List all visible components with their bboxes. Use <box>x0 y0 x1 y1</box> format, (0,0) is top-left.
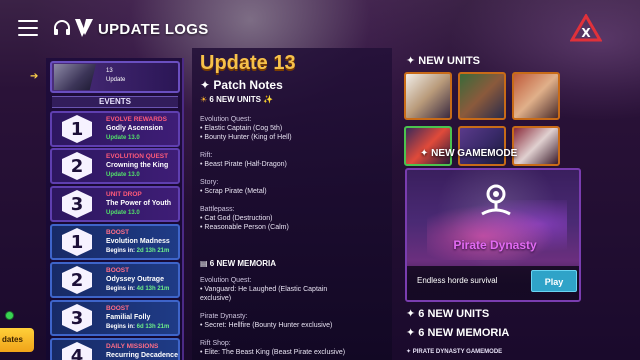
notes-item: • Beast Pirate (Half-Dragon) <box>200 161 287 168</box>
sparkle-icon: ✦ <box>406 349 413 355</box>
notes-heading: Story: <box>200 179 219 186</box>
sparkle-icon: ✦ <box>420 148 432 159</box>
notes-item: exclusive) <box>200 295 232 302</box>
unit-slot-bounty-hunter[interactable] <box>458 72 506 120</box>
event-card[interactable]: 1 BOOST Evolution Madness Begins in: 2d 13h… <box>50 224 180 260</box>
event-type: EVOLVE REWARDS <box>106 116 167 123</box>
event-name: Odyssey Outrage <box>106 276 164 283</box>
gamemode-description: Endless horde survival <box>417 276 498 285</box>
online-status-dot <box>5 311 14 320</box>
notes-heading: Pirate Dynasty: <box>200 313 248 320</box>
unit-slot-cat-god[interactable] <box>458 126 506 166</box>
update-thumbnail <box>54 64 96 90</box>
sparkle-icon: ✦ <box>406 308 419 320</box>
notes-heading: Rift: <box>200 152 213 159</box>
unit-slot-beast-pirate[interactable] <box>512 72 560 120</box>
new-memoria-section-title: ▤ 6 NEW MEMORIA <box>200 259 277 268</box>
notes-item: • Cat God (Destruction) <box>200 215 273 222</box>
notes-item: • Reasonable Person (Calm) <box>200 224 289 231</box>
event-number-badge: 1 <box>62 115 92 143</box>
notes-item: • Elastic Captain (Cog 5th) <box>200 125 283 132</box>
update-title: Update 13 <box>200 52 296 74</box>
selected-arrow-icon: ➔ <box>30 71 39 82</box>
notes-item: • Scrap Pirate (Metal) <box>200 188 267 195</box>
event-name: The Power of Youth <box>106 200 172 207</box>
updates-button[interactable]: dates <box>0 328 34 352</box>
event-card[interactable]: 3 UNIT DROP The Power of Youth Update 13.0 <box>50 186 180 222</box>
event-subtitle: Update 13.0 <box>106 210 140 216</box>
event-number-badge: 3 <box>62 304 92 332</box>
event-number-badge: 2 <box>62 152 92 180</box>
notes-heading: Battlepass: <box>200 206 235 213</box>
event-type: BOOST <box>106 229 130 236</box>
notes-heading: Rift Shop: <box>200 340 231 347</box>
unit-slot-reasonable-person[interactable] <box>512 126 560 166</box>
logo-v-icon <box>75 19 93 37</box>
event-type: DAILY MISSIONS <box>106 343 159 350</box>
event-card[interactable]: 2 BOOST Odyssey Outrage Begins in: 4d 13h 2… <box>50 262 180 298</box>
new-units-section-title: ☀ 6 NEW UNITS ✨ <box>200 95 274 104</box>
notes-item: • Vanguard: He Laughed (Elastic Captain <box>200 286 328 293</box>
svg-text:X: X <box>581 26 591 40</box>
update-item-number: 13 <box>106 68 113 74</box>
events-header: EVENTS <box>52 96 178 108</box>
summary-gamemode: ✦ PIRATE DYNASTY GAMEMODE <box>406 349 503 355</box>
event-name: Evolution Madness <box>106 238 170 245</box>
event-countdown: Begins in: 2d 13h 21m <box>106 248 170 254</box>
menu-icon[interactable] <box>18 20 38 36</box>
memoria-icon: ▤ <box>200 259 210 268</box>
event-number-badge: 4 <box>62 342 92 360</box>
event-type: BOOST <box>106 267 130 274</box>
event-countdown: Begins in: 6d 13h 21m <box>106 324 170 330</box>
unit-slot-elastic-captain[interactable] <box>404 72 452 120</box>
headset-icon[interactable] <box>52 18 72 38</box>
notes-item: • Secret: Hellfire (Bounty Hunter exclus… <box>200 322 333 329</box>
event-card[interactable]: 4 DAILY MISSIONS Recurring Decadence <box>50 338 180 360</box>
event-type: EVOLUTION QUEST <box>106 153 169 160</box>
event-type: BOOST <box>106 305 130 312</box>
notes-item: • Elite: The Beast King (Beast Pirate ex… <box>200 349 346 356</box>
summary-new-units: ✦ 6 NEW UNITS <box>406 308 490 320</box>
pin-icon <box>481 184 511 216</box>
event-number-badge: 3 <box>62 190 92 218</box>
gamemode-name: Pirate Dynasty <box>453 238 537 252</box>
new-gamemode-heading: ✦ NEW GAMEMODE <box>420 148 518 159</box>
event-card[interactable]: 3 BOOST Familial Folly Begins in: 6d 13h 21… <box>50 300 180 336</box>
unit-slot-scrap-pirate[interactable] <box>404 126 452 166</box>
update-item-label: Update <box>106 77 126 83</box>
sun-icon: ☀ <box>200 95 210 104</box>
new-units-heading: ✦ NEW UNITS <box>406 55 481 67</box>
event-subtitle: Update 13.0 <box>106 135 140 141</box>
sparkle-icon: ✦ <box>406 55 419 67</box>
sparkle-icon: ✦ <box>406 327 419 339</box>
notes-item: • Bounty Hunter (King of Hell) <box>200 134 292 141</box>
patch-notes-title: ✦ Patch Notes <box>200 78 283 92</box>
event-name: Crowning the King <box>106 162 169 169</box>
sidebar-item-update-13[interactable]: 13 Update <box>50 61 180 93</box>
notes-heading: Evolution Quest: <box>200 277 252 284</box>
summary-new-memoria: ✦ 6 NEW MEMORIA <box>406 327 510 339</box>
play-button[interactable]: Play <box>531 270 577 292</box>
event-subtitle: Update 13.0 <box>106 172 140 178</box>
gamemode-card: Pirate Dynasty Endless horde survival Pl… <box>405 168 581 302</box>
sparkle-icon: ✦ <box>200 78 214 92</box>
notes-heading: Evolution Quest: <box>200 116 252 123</box>
event-type: UNIT DROP <box>106 191 142 198</box>
event-card[interactable]: 2 EVOLUTION QUEST Crowning the King Update … <box>50 148 180 184</box>
brand-x-icon[interactable]: X <box>570 14 602 44</box>
event-number-badge: 2 <box>62 266 92 294</box>
event-card[interactable]: 1 EVOLVE REWARDS Godly Ascension Update 13.… <box>50 111 180 147</box>
top-bar: UPDATE LOGS X <box>0 14 640 44</box>
event-name: Godly Ascension <box>106 125 163 132</box>
sparkle-icon: ✨ <box>260 95 274 104</box>
page-title: UPDATE LOGS <box>98 21 209 38</box>
event-name: Familial Folly <box>106 314 151 321</box>
event-number-badge: 1 <box>62 228 92 256</box>
event-name: Recurring Decadence <box>106 352 178 359</box>
event-countdown: Begins in: 4d 13h 21m <box>106 286 170 292</box>
